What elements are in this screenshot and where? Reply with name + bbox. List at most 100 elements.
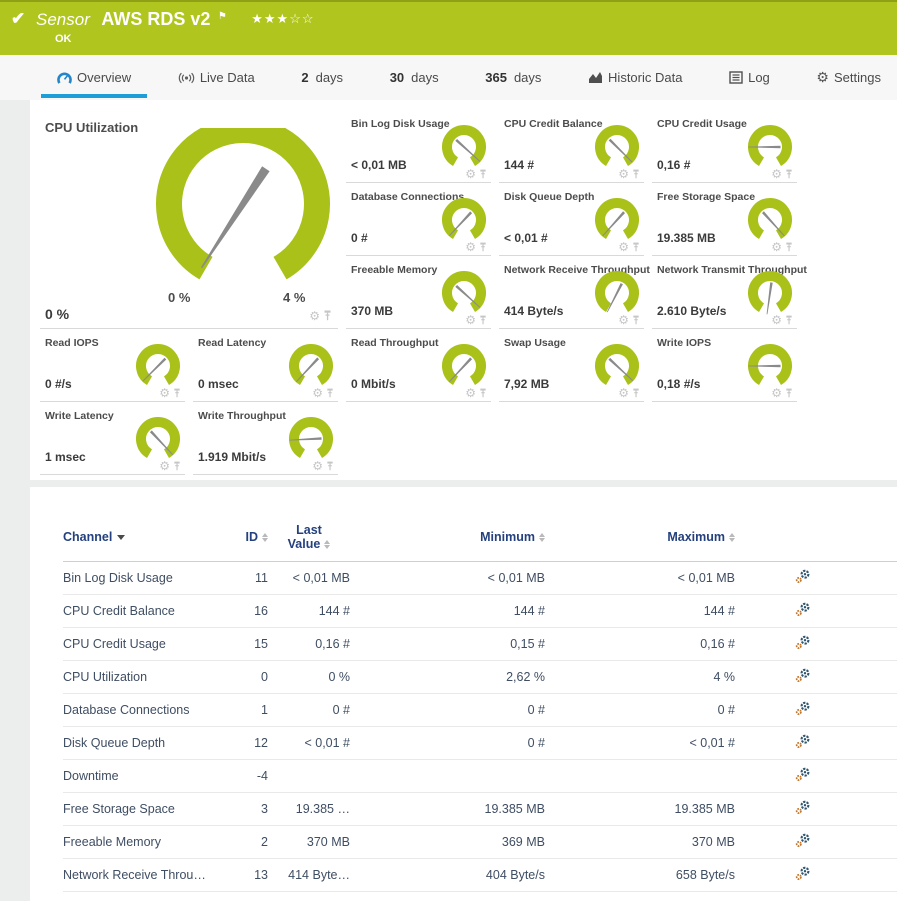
channel-settings-icon[interactable] <box>795 800 811 815</box>
priority-stars[interactable]: ★★★☆☆ <box>251 11 314 26</box>
pin-icon[interactable] <box>173 461 181 472</box>
channel-settings-icon[interactable] <box>795 668 811 683</box>
pin-icon[interactable] <box>326 461 334 472</box>
gauge-tile-network-transmit-throughput[interactable]: Network Transmit Throughput 2.610 Byte/s… <box>652 256 805 329</box>
gear-icon[interactable]: ⚙ <box>618 168 629 180</box>
gauge-tile-cpu-utilization[interactable]: CPU Utilization 0 % 4 % 0 % ⚙ <box>40 110 346 329</box>
pin-icon[interactable] <box>632 242 640 253</box>
pin-icon[interactable] <box>323 310 332 322</box>
gear-icon[interactable]: ⚙ <box>771 387 782 399</box>
cell-channel[interactable]: Bin Log Disk Usage <box>63 571 238 585</box>
gear-icon[interactable]: ⚙ <box>465 241 476 253</box>
col-maximum[interactable]: Maximum <box>545 530 735 544</box>
table-row[interactable]: Disk Queue Depth 12 < 0,01 # 0 # < 0,01 … <box>63 727 897 760</box>
tab-live-data[interactable]: Live Data <box>176 66 257 89</box>
cell-minimum: 404 Byte/s <box>350 868 545 882</box>
pin-icon[interactable] <box>173 388 181 399</box>
gauge-tile-cpu-credit-balance[interactable]: CPU Credit Balance 144 # ⚙ <box>499 110 652 183</box>
channel-settings-icon[interactable] <box>795 866 811 881</box>
gauge-tile-read-latency[interactable]: Read Latency 0 msec ⚙ <box>193 329 346 402</box>
pin-icon[interactable] <box>785 242 793 253</box>
gear-icon[interactable]: ⚙ <box>309 310 320 322</box>
cell-channel[interactable]: CPU Utilization <box>63 670 238 684</box>
col-id[interactable]: ID <box>238 530 268 544</box>
table-row[interactable]: Free Storage Space 3 19.385 … 19.385 MB … <box>63 793 897 826</box>
gear-icon[interactable]: ⚙ <box>618 387 629 399</box>
tab-log[interactable]: Log <box>727 66 772 89</box>
gauge-tile-read-iops[interactable]: Read IOPS 0 #/s ⚙ <box>40 329 193 402</box>
tab-365-days[interactable]: 365 days <box>483 66 543 89</box>
col-channel[interactable]: Channel <box>63 530 238 544</box>
pin-icon[interactable] <box>785 315 793 326</box>
channel-settings-icon[interactable] <box>795 767 811 782</box>
channel-settings-icon[interactable] <box>795 602 811 617</box>
cell-channel[interactable]: Disk Queue Depth <box>63 736 238 750</box>
channel-settings-icon[interactable] <box>795 635 811 650</box>
channel-settings-icon[interactable] <box>795 701 811 716</box>
table-row[interactable]: Database Connections 1 0 # 0 # 0 # <box>63 694 897 727</box>
gear-icon[interactable]: ⚙ <box>159 387 170 399</box>
cell-channel[interactable]: Free Storage Space <box>63 802 238 816</box>
gauge-tile-read-throughput[interactable]: Read Throughput 0 Mbit/s ⚙ <box>346 329 499 402</box>
pin-icon[interactable] <box>785 388 793 399</box>
gear-icon[interactable]: ⚙ <box>618 314 629 326</box>
tab-historic-data[interactable]: Historic Data <box>586 66 684 89</box>
cell-channel[interactable]: Network Receive Throu… <box>63 868 238 882</box>
cell-maximum: < 0,01 MB <box>545 571 735 585</box>
pin-icon[interactable] <box>326 388 334 399</box>
gauge-tile-write-latency[interactable]: Write Latency 1 msec ⚙ <box>40 402 193 475</box>
col-minimum[interactable]: Minimum <box>350 530 545 544</box>
channel-settings-icon[interactable] <box>795 569 811 584</box>
gauge <box>286 416 336 462</box>
col-last-value[interactable]: Last Value <box>268 523 350 551</box>
pin-icon[interactable] <box>479 169 487 180</box>
table-row[interactable]: CPU Credit Balance 16 144 # 144 # 144 # <box>63 595 897 628</box>
gauge-tile-bin-log-disk-usage[interactable]: Bin Log Disk Usage < 0,01 MB ⚙ <box>346 110 499 183</box>
gauge-tile-swap-usage[interactable]: Swap Usage 7,92 MB ⚙ <box>499 329 652 402</box>
cell-channel[interactable]: Database Connections <box>63 703 238 717</box>
tab-settings[interactable]: ⚙ Settings <box>814 65 883 90</box>
gauge-tile-free-storage-space[interactable]: Free Storage Space 19.385 MB ⚙ <box>652 183 805 256</box>
table-row[interactable]: CPU Utilization 0 0 % 2,62 % 4 % <box>63 661 897 694</box>
gear-icon[interactable]: ⚙ <box>465 168 476 180</box>
table-row[interactable]: Network Receive Throu… 13 414 Byte… 404 … <box>63 859 897 892</box>
tab-30-days[interactable]: 30 days <box>388 66 441 89</box>
pin-icon[interactable] <box>785 169 793 180</box>
gauge-tile-network-receive-throughput[interactable]: Network Receive Throughput 414 Byte/s ⚙ <box>499 256 652 329</box>
cell-channel[interactable]: Downtime <box>63 769 238 783</box>
pin-icon[interactable] <box>632 315 640 326</box>
table-row[interactable]: Freeable Memory 2 370 MB 369 MB 370 MB <box>63 826 897 859</box>
pin-icon[interactable] <box>479 388 487 399</box>
gauge-tile-write-throughput[interactable]: Write Throughput 1.919 Mbit/s ⚙ <box>193 402 346 475</box>
gauge-tile-disk-queue-depth[interactable]: Disk Queue Depth < 0,01 # ⚙ <box>499 183 652 256</box>
pin-icon[interactable] <box>479 242 487 253</box>
gear-icon[interactable]: ⚙ <box>312 387 323 399</box>
tab-2-days[interactable]: 2 days <box>299 66 345 89</box>
channel-settings-icon[interactable] <box>795 734 811 749</box>
pin-icon[interactable] <box>632 388 640 399</box>
tab-overview[interactable]: Overview <box>55 66 133 89</box>
gear-icon[interactable]: ⚙ <box>465 387 476 399</box>
gear-icon[interactable]: ⚙ <box>312 460 323 472</box>
gear-icon[interactable]: ⚙ <box>771 168 782 180</box>
gear-icon[interactable]: ⚙ <box>771 314 782 326</box>
pin-icon[interactable] <box>479 315 487 326</box>
gear-icon[interactable]: ⚙ <box>159 460 170 472</box>
table-row[interactable]: Downtime -4 <box>63 760 897 793</box>
cell-channel[interactable]: Freeable Memory <box>63 835 238 849</box>
gear-icon[interactable]: ⚙ <box>618 241 629 253</box>
pin-icon[interactable] <box>632 169 640 180</box>
gauge <box>286 343 336 389</box>
gauge-tile-cpu-credit-usage[interactable]: CPU Credit Usage 0,16 # ⚙ <box>652 110 805 183</box>
gauge-tile-freeable-memory[interactable]: Freeable Memory 370 MB ⚙ <box>346 256 499 329</box>
cell-channel[interactable]: CPU Credit Balance <box>63 604 238 618</box>
cell-channel[interactable]: CPU Credit Usage <box>63 637 238 651</box>
flag-icon[interactable]: ⚑ <box>218 11 227 22</box>
table-row[interactable]: CPU Credit Usage 15 0,16 # 0,15 # 0,16 # <box>63 628 897 661</box>
gauge-tile-write-iops[interactable]: Write IOPS 0,18 #/s ⚙ <box>652 329 805 402</box>
gear-icon[interactable]: ⚙ <box>465 314 476 326</box>
table-row[interactable]: Bin Log Disk Usage 11 < 0,01 MB < 0,01 M… <box>63 562 897 595</box>
gauge-tile-database-connections[interactable]: Database Connections 0 # ⚙ <box>346 183 499 256</box>
gear-icon[interactable]: ⚙ <box>771 241 782 253</box>
channel-settings-icon[interactable] <box>795 833 811 848</box>
